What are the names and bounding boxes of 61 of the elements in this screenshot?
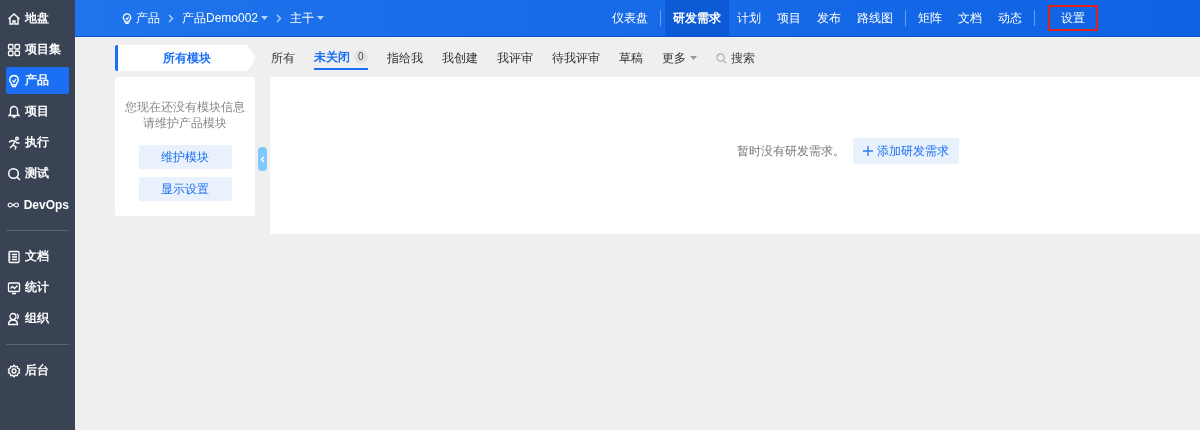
nav-tab[interactable]: 动态 [990,0,1031,36]
runner-icon [7,135,21,150]
filter-tab[interactable]: 我创建 [441,46,478,70]
chart-icon [7,280,21,295]
sidebar-item[interactable]: DevOps [6,191,69,218]
panel-button[interactable]: 维护模块 [138,145,232,169]
sidebar-item[interactable]: 地盘 [6,5,69,32]
settings-icon [7,363,21,378]
panel-button[interactable]: 显示设置 [138,177,232,201]
nav-tab[interactable]: 研发需求 [665,0,730,36]
nav-tab[interactable]: 计划 [729,0,770,36]
bulb-icon [121,11,133,25]
sidebar-item[interactable]: 项目集 [6,36,69,63]
sidebar-item[interactable]: 组织 [6,305,69,332]
empty-message: 请维护产品模块 [142,115,228,131]
nav-tab[interactable]: 文档 [950,0,991,36]
sidebar-item[interactable]: 统计 [6,274,69,301]
sidebar-item[interactable]: 测试 [6,160,69,187]
bell-icon [7,104,21,119]
breadcrumb-item[interactable]: 产品 [121,9,160,27]
nav-tab[interactable]: 矩阵 [910,0,951,36]
sidebar-item[interactable]: 项目 [6,98,69,125]
grid-icon [7,42,21,57]
sidebar-item[interactable]: 后台 [6,357,69,384]
plus-icon [863,146,873,156]
breadcrumb-item[interactable]: 产品Demo002 [182,9,269,27]
chevron-right-icon [168,13,174,23]
sidebar-item[interactable]: 执行 [6,129,69,156]
document-icon [7,249,21,264]
sidebar-item[interactable]: 文档 [6,243,69,270]
caret-down-icon [317,16,325,20]
caret-down-icon [689,56,697,60]
add-story-button[interactable]: 添加研发需求 [853,138,959,164]
empty-message: 暂时没有研发需求。 [737,143,845,160]
sidebar-item[interactable]: 产品 [6,67,69,94]
caret-down-icon [261,16,269,20]
nav-tab[interactable]: 仪表盘 [604,0,657,36]
filter-tab[interactable]: 所有 [271,46,295,70]
chevron-right-icon [276,13,283,23]
chevron-left-icon [260,155,265,163]
collapse-handle[interactable] [258,147,267,171]
empty-message: 您现在还没有模块信息 [125,99,245,115]
nav-tab[interactable]: 项目 [769,0,810,36]
nav-tab[interactable]: 发布 [809,0,850,36]
count-badge: 0 [354,50,368,64]
filter-tab[interactable]: 未关闭 0 [314,46,368,70]
nav-tab[interactable]: 设置 [1043,0,1104,36]
filter-tab[interactable]: 我评审 [496,46,533,70]
search-icon [7,166,21,181]
search-icon [715,52,727,64]
home-icon [7,11,21,26]
breadcrumb-item[interactable]: 主干 [290,9,325,27]
filter-tab[interactable]: 指给我 [386,46,423,70]
search-button[interactable]: 搜索 [715,46,755,70]
nav-tab[interactable]: 路线图 [849,0,902,36]
bulb-icon [7,73,21,88]
filter-tab[interactable]: 待我评审 [551,46,600,70]
filter-tab[interactable]: 草稿 [618,46,643,70]
user-icon [7,311,21,326]
more-menu[interactable]: 更多 [661,46,697,70]
module-tab[interactable]: 所有模块 [115,45,256,71]
